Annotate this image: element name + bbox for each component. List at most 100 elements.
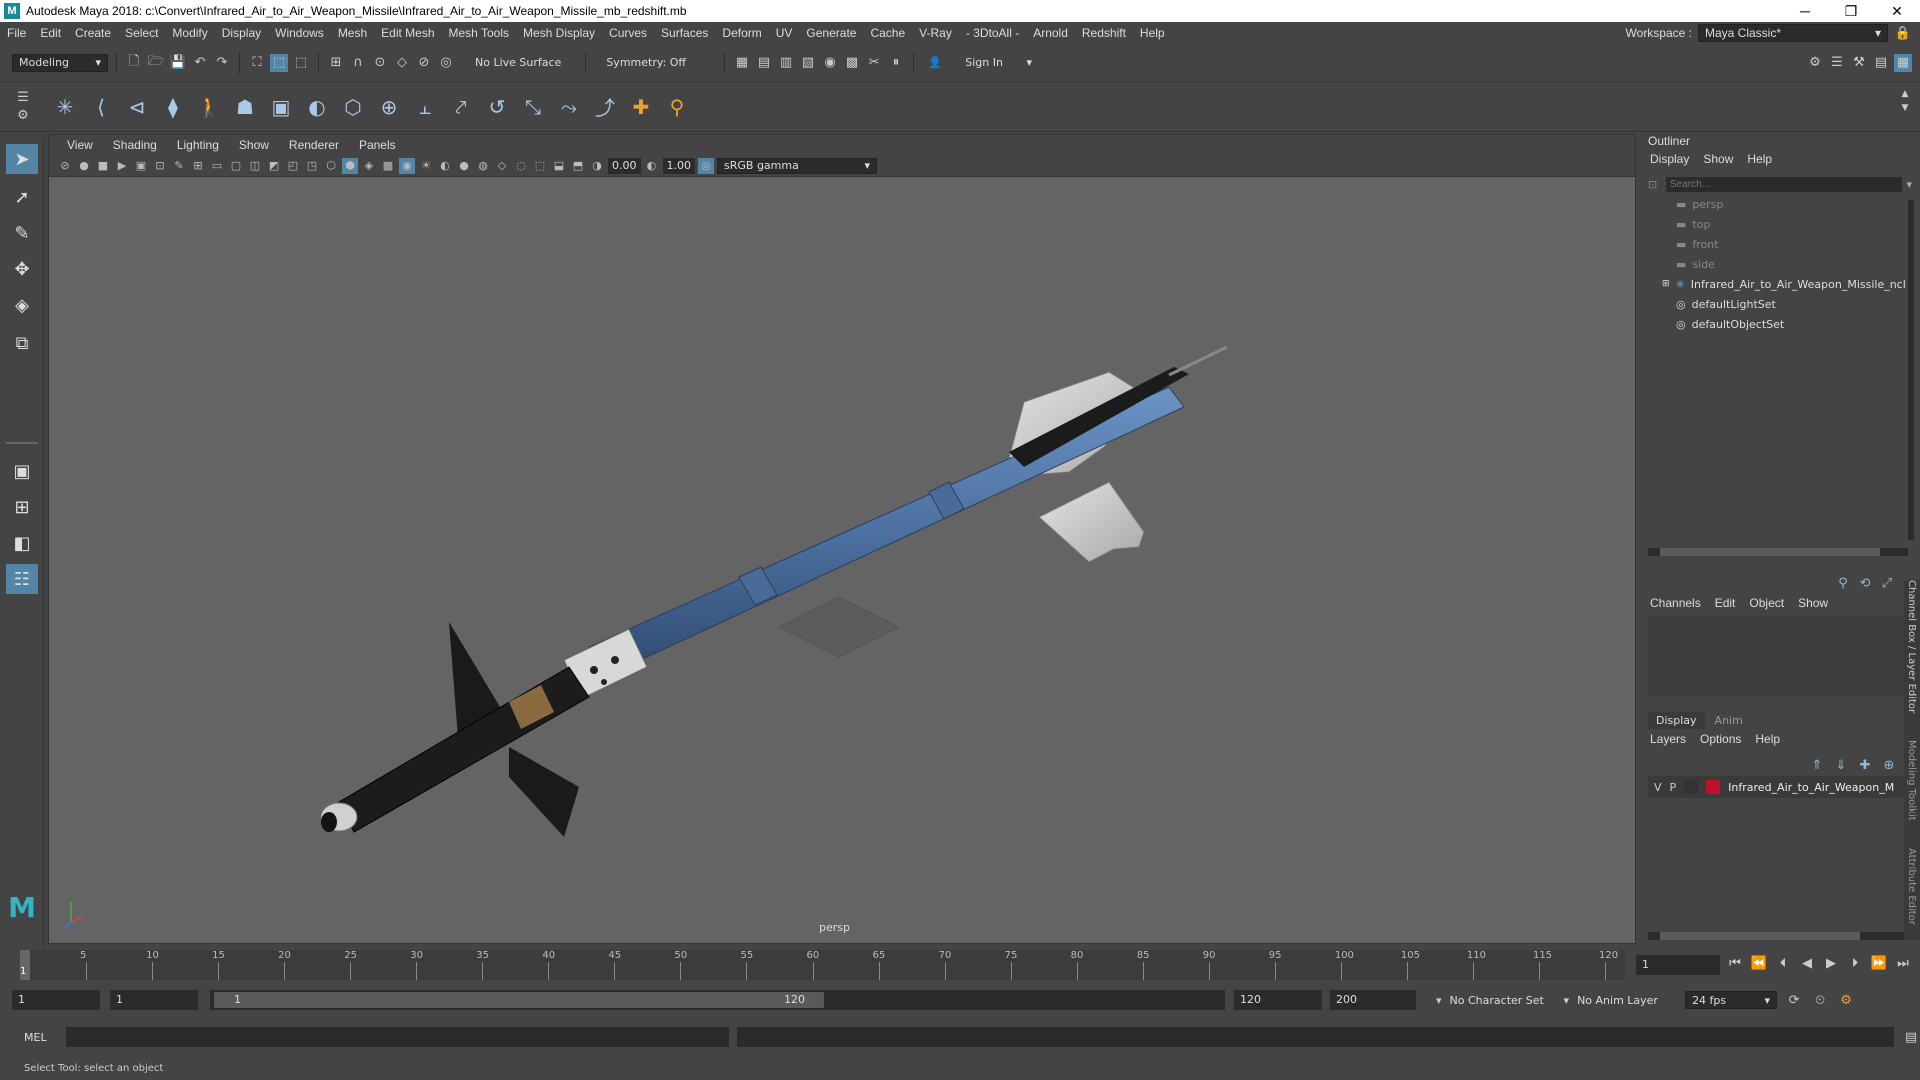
tool-settings-icon[interactable]: ⚒ — [1850, 54, 1868, 72]
image-plane-icon[interactable]: ▣ — [133, 158, 149, 174]
outliner-item-default-object-set[interactable]: ◎ defaultObjectSet — [1648, 314, 1908, 334]
maximize-icon[interactable]: ❐ — [1828, 3, 1874, 20]
layer-options-menu[interactable]: Options — [1700, 732, 1741, 746]
depth-of-field-icon[interactable]: ◌ — [513, 158, 529, 174]
anim-layer-label[interactable]: No Anim Layer — [1577, 994, 1677, 1007]
script-icon[interactable]: ✂ — [865, 54, 883, 72]
constraint-pole-icon[interactable]: ⤴ — [592, 94, 618, 120]
safe-action-icon[interactable]: ◰ — [285, 158, 301, 174]
exposure-field[interactable]: 0.00 — [608, 157, 641, 174]
grease-pencil-icon[interactable]: ✎ — [171, 158, 187, 174]
xray-active-icon[interactable]: ⬒ — [570, 158, 586, 174]
outliner-layout-icon[interactable]: ☷ — [6, 564, 38, 594]
gate-mask-icon[interactable]: ◫ — [247, 158, 263, 174]
viewport-menu-panels[interactable]: Panels — [349, 138, 406, 152]
side-tab-attribute-editor[interactable]: Attribute Editor — [1906, 848, 1917, 925]
snap-live-icon[interactable]: ◎ — [437, 54, 455, 72]
layer-playback-toggle[interactable]: P — [1670, 781, 1677, 794]
ik-handle-icon[interactable]: ⟨ — [88, 94, 114, 120]
two-view-icon[interactable]: ◧ — [6, 528, 38, 558]
outliner-menu-show[interactable]: Show — [1703, 152, 1733, 166]
xray-joints-icon[interactable]: ⬓ — [551, 158, 567, 174]
anim-prefs-icon[interactable]: ⚙ — [1837, 991, 1855, 1009]
joint-tool-icon[interactable]: ✳ — [52, 94, 78, 120]
side-tab-channel-box[interactable]: Channel Box / Layer Editor — [1906, 580, 1917, 713]
close-icon[interactable]: ✕ — [1874, 3, 1920, 20]
color-space-dropdown[interactable]: sRGB gamma ▾ — [717, 157, 877, 174]
resolution-gate-icon[interactable]: ▢ — [228, 158, 244, 174]
layer-row[interactable]: V P Infrared_Air_to_Air_Weapon_M — [1648, 776, 1904, 798]
ambient-occlusion-icon[interactable]: ● — [456, 158, 472, 174]
viewport-panel[interactable]: View Shading Lighting Show Renderer Pane… — [48, 134, 1636, 944]
scale-tool-icon[interactable]: ⧉ — [6, 328, 38, 358]
menu-windows[interactable]: Windows — [268, 26, 331, 40]
shelf-scroll-down-icon[interactable]: ▼ — [1896, 102, 1914, 114]
menu-help[interactable]: Help — [1133, 26, 1172, 40]
animation-end-field[interactable]: 200 — [1330, 990, 1416, 1010]
render-icon[interactable]: ▩ — [843, 54, 861, 72]
channel-box-toggle-icon[interactable]: ⚲ — [1834, 574, 1852, 592]
rotate-tool-icon[interactable]: ◈ — [6, 290, 38, 320]
menu-set-dropdown[interactable]: Modeling ▾ — [12, 53, 108, 72]
gamma-field[interactable]: 1.00 — [662, 157, 695, 174]
menu-arnold[interactable]: Arnold — [1026, 26, 1075, 40]
play-backward-icon[interactable]: ◀ — [1798, 954, 1816, 972]
smooth-shade-icon[interactable]: ⬢ — [342, 157, 358, 174]
lattice-icon[interactable]: ⬡ — [340, 94, 366, 120]
outliner-item-front[interactable]: ▬ front — [1648, 234, 1908, 254]
current-frame-field[interactable]: 1 — [1636, 955, 1720, 975]
menu-redshift[interactable]: Redshift — [1075, 26, 1133, 40]
hypershade-icon[interactable]: ◉ — [821, 54, 839, 72]
paint-select-icon[interactable]: ✎ — [6, 218, 38, 248]
channel-box-key-icon[interactable]: ⟲ — [1856, 574, 1874, 592]
render-settings-icon[interactable]: ▧ — [799, 54, 817, 72]
new-scene-icon[interactable]: 🗋 — [125, 54, 143, 72]
symmetry-label[interactable]: Symmetry: Off — [594, 56, 716, 69]
open-scene-icon[interactable]: 🗁 — [147, 54, 165, 72]
grid-icon[interactable]: ⊞ — [190, 158, 206, 174]
script-editor-icon[interactable]: ▤ — [1902, 1028, 1920, 1046]
outliner-item-missile-group[interactable]: ⊞ ✳ Infrared_Air_to_Air_Weapon_Missile_nc… — [1648, 274, 1908, 294]
shelf-settings-icon[interactable]: ⚙ — [14, 106, 32, 124]
menu-3dtoall[interactable]: - 3DtoAll - — [959, 26, 1026, 40]
expand-icon[interactable]: ⊞ — [1662, 279, 1670, 289]
outliner-item-persp[interactable]: ▬ persp — [1648, 194, 1908, 214]
color-management-icon[interactable]: ◎ — [698, 157, 714, 174]
outliner-item-side[interactable]: ▬ side — [1648, 254, 1908, 274]
layers-menu[interactable]: Layers — [1650, 732, 1686, 746]
menu-generate[interactable]: Generate — [799, 26, 863, 40]
menu-edit[interactable]: Edit — [33, 26, 68, 40]
menu-surfaces[interactable]: Surfaces — [654, 26, 715, 40]
outliner-search-input[interactable] — [1666, 176, 1903, 192]
paint-weights-icon[interactable]: ◐ — [304, 94, 330, 120]
lasso-tool-icon[interactable]: ➚ — [6, 182, 38, 212]
go-to-start-icon[interactable]: ⏮ — [1726, 954, 1744, 972]
lock-icon[interactable]: 🔒 — [1894, 24, 1912, 42]
live-surface-label[interactable]: No Live Surface — [459, 56, 577, 69]
sign-in-button[interactable]: 👤 Sign In ▾ — [922, 53, 1039, 72]
layer-color-swatch[interactable] — [1706, 780, 1721, 794]
time-slider[interactable]: 1 5 10 15 20 25 30 35 40 45 50 55 60 65 70 75 80 85 90 95 1… — [0, 950, 1920, 980]
film-gate-icon[interactable]: ▭ — [209, 158, 225, 174]
fps-dropdown[interactable]: 24 fps ▾ — [1685, 991, 1778, 1009]
viewport-menu-show[interactable]: Show — [229, 138, 279, 152]
constraint-scale-icon[interactable]: ⤡ — [520, 94, 546, 120]
layer-name[interactable]: Infrared_Air_to_Air_Weapon_M — [1728, 781, 1894, 794]
layer-help-menu[interactable]: Help — [1755, 732, 1780, 746]
channels-show-menu[interactable]: Show — [1798, 596, 1828, 610]
character-set-label[interactable]: No Character Set — [1450, 994, 1556, 1007]
shadows-icon[interactable]: ☀ — [418, 158, 434, 174]
isolate-select-icon[interactable]: ⬚ — [532, 158, 548, 174]
menu-display[interactable]: Display — [215, 26, 268, 40]
redo-icon[interactable]: ↷ — [213, 54, 231, 72]
xray-icon[interactable]: ◐ — [437, 158, 453, 174]
select-object-icon[interactable]: ⬚ — [270, 53, 288, 72]
viewport-menu-renderer[interactable]: Renderer — [279, 138, 349, 152]
outliner-menu-help[interactable]: Help — [1747, 152, 1772, 166]
new-layer-icon[interactable]: ✚ — [1856, 756, 1874, 774]
lock-camera-icon[interactable]: ● — [76, 158, 92, 174]
side-tab-modeling-toolkit[interactable]: Modeling Toolkit — [1906, 740, 1917, 821]
textured-icon[interactable]: ▩ — [380, 158, 396, 174]
constraint-point-icon[interactable]: ⫠ — [412, 94, 438, 120]
search-filter-icon[interactable]: ⊡ — [1648, 178, 1662, 191]
